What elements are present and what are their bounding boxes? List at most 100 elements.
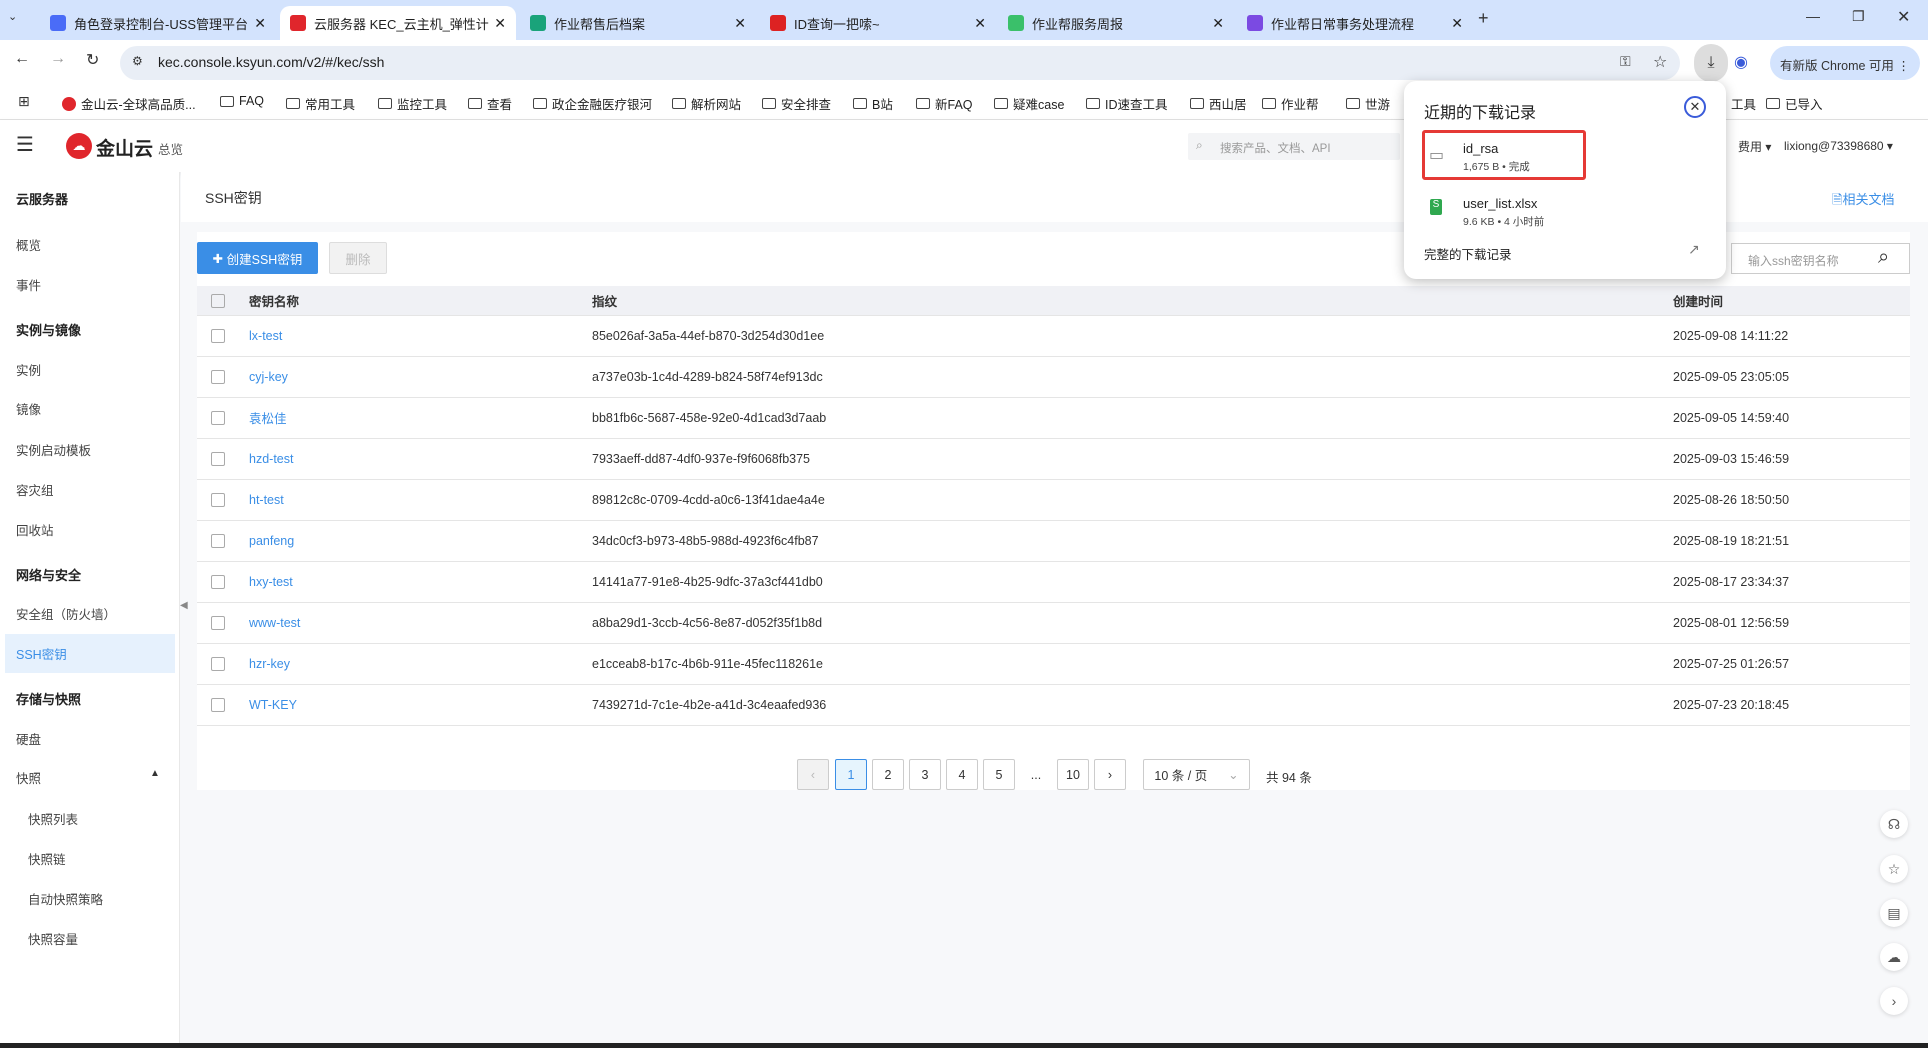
row-checkbox[interactable]	[211, 533, 225, 548]
site-info-icon[interactable]: ⚙	[132, 54, 143, 68]
key-name-link[interactable]: www-test	[249, 616, 300, 630]
bookmark-item[interactable]: 已导入	[1766, 94, 1823, 113]
chevron-right-icon[interactable]: ›	[1880, 987, 1908, 1015]
key-name-link[interactable]: hzd-test	[249, 452, 293, 466]
page-button[interactable]: 3	[909, 759, 941, 790]
bookmark-item[interactable]: B站	[853, 94, 893, 113]
tab-close-icon[interactable]: ✕	[734, 15, 746, 32]
sidebar-item[interactable]: 回收站	[16, 520, 54, 539]
bookmark-item[interactable]: 世游	[1346, 94, 1390, 113]
downloads-icon[interactable]: ⤓	[1694, 44, 1728, 82]
bookmark-item[interactable]: 疑难case	[994, 94, 1064, 113]
key-name-link[interactable]: hxy-test	[249, 575, 293, 589]
sidebar-item[interactable]: 镜像	[16, 399, 41, 418]
bookmark-item[interactable]: 新FAQ	[916, 94, 973, 113]
fees-menu[interactable]: 费用 ▾	[1738, 138, 1771, 155]
sidebar-item[interactable]: 快照容量	[28, 929, 78, 948]
user-menu[interactable]: lixiong@73398680 ▾	[1784, 139, 1893, 153]
bookmark-item[interactable]: 金山云-全球高品质...	[62, 94, 196, 113]
row-checkbox[interactable]	[211, 451, 225, 466]
sidebar-item[interactable]: 快照	[16, 768, 41, 787]
prev-page-button[interactable]: ‹	[797, 759, 829, 790]
bookmark-item[interactable]: 作业帮	[1262, 94, 1319, 113]
sidebar-item[interactable]: 自动快照策略	[28, 889, 103, 908]
favorite-star-icon[interactable]: ☆	[1880, 855, 1908, 883]
overview-link[interactable]: 总览	[158, 139, 183, 158]
download-item-id-rsa[interactable]: ▭ id_rsa 1,675 B • 完成	[1422, 130, 1586, 180]
sidebar-item[interactable]: 容灾组	[16, 480, 54, 499]
bookmark-star-icon[interactable]: ☆	[1653, 52, 1667, 72]
search-icon[interactable]: ⌕	[1878, 246, 1889, 269]
bookmark-item[interactable]: 政企金融医疗银河	[533, 94, 652, 113]
next-page-button[interactable]: ›	[1094, 759, 1126, 790]
key-name-link[interactable]: hzr-key	[249, 657, 290, 671]
browser-tab[interactable]: 角色登录控制台-USS管理平台 ✕	[40, 6, 276, 40]
open-external-icon[interactable]: ↗	[1688, 241, 1700, 258]
row-checkbox[interactable]	[211, 492, 225, 507]
tab-close-icon[interactable]: ✕	[1212, 15, 1224, 32]
browser-tab[interactable]: 云服务器 KEC_云主机_弹性计算 ✕	[280, 6, 516, 40]
tab-close-icon[interactable]: ✕	[1451, 15, 1463, 32]
bookmark-item[interactable]: 解析网站	[672, 94, 741, 113]
minimize-button[interactable]: —	[1806, 8, 1820, 24]
browser-tab[interactable]: 作业帮日常事务处理流程 ✕	[1237, 6, 1473, 40]
page-button[interactable]: 10	[1057, 759, 1089, 790]
browser-tab[interactable]: 作业帮服务周报 ✕	[998, 6, 1234, 40]
tab-search-icon[interactable]: ⌄	[8, 10, 17, 23]
key-name-link[interactable]: lx-test	[249, 329, 282, 343]
browser-tab[interactable]: 作业帮售后档案 ✕	[520, 6, 756, 40]
bookmark-item[interactable]: 查看	[468, 94, 512, 113]
restore-button[interactable]: ❐	[1852, 8, 1865, 25]
notes-icon[interactable]: ▤	[1880, 899, 1908, 927]
key-name-link[interactable]: 袁松佳	[249, 412, 287, 426]
key-name-link[interactable]: cyj-key	[249, 370, 288, 384]
delete-button[interactable]: 删除	[329, 242, 387, 274]
row-checkbox[interactable]	[211, 615, 225, 630]
row-checkbox[interactable]	[211, 656, 225, 671]
bookmark-item[interactable]: 常用工具	[286, 94, 355, 113]
sidebar-item[interactable]: 事件	[16, 275, 41, 294]
download-item-user-list[interactable]: S user_list.xlsx 9.6 KB • 4 小时前	[1422, 185, 1712, 233]
page-button[interactable]: 1	[835, 759, 867, 790]
row-checkbox[interactable]	[211, 410, 225, 425]
profile-icon[interactable]: ◉	[1734, 52, 1748, 72]
page-button[interactable]: 2	[872, 759, 904, 790]
sidebar-item[interactable]: 概览	[16, 235, 41, 254]
forward-icon[interactable]: →	[50, 50, 66, 68]
docs-link[interactable]: 🗎相关文档	[1832, 189, 1894, 213]
key-name-link[interactable]: ht-test	[249, 493, 284, 507]
key-name-link[interactable]: panfeng	[249, 534, 294, 548]
key-name-link[interactable]: WT-KEY	[249, 698, 297, 712]
select-all-checkbox[interactable]	[211, 293, 225, 308]
sidebar-item[interactable]: 安全组（防火墙）	[16, 604, 116, 623]
reload-icon[interactable]: ↻	[86, 50, 99, 70]
bookmark-item[interactable]: 监控工具	[378, 94, 447, 113]
url-input[interactable]: ⚙ kec.console.ksyun.com/v2/#/kec/ssh ⚿ ☆	[120, 46, 1680, 80]
chevron-up-icon[interactable]: ▲	[150, 768, 160, 779]
close-icon[interactable]: ✕	[1684, 96, 1706, 118]
sidebar-item[interactable]: 快照列表	[28, 809, 78, 828]
close-window-button[interactable]: ✕	[1897, 7, 1910, 27]
sidebar-item[interactable]: 实例启动模板	[16, 440, 91, 459]
sidebar-item[interactable]: 快照链	[28, 849, 66, 868]
support-headset-icon[interactable]: ☊	[1880, 810, 1908, 838]
key-search-input[interactable]: 输入ssh密钥名称 ⌕	[1731, 243, 1910, 274]
bookmark-item[interactable]: FAQ	[220, 94, 264, 108]
bookmark-item[interactable]: 西山居	[1190, 94, 1247, 113]
sidebar-item[interactable]: 硬盘	[16, 729, 41, 748]
page-size-select[interactable]: 10 条 / 页 ⌄	[1143, 759, 1250, 790]
page-button[interactable]: 5	[983, 759, 1015, 790]
sidebar-item[interactable]: 实例	[16, 360, 41, 379]
collapse-sidebar-icon[interactable]: ◀	[180, 600, 188, 624]
row-checkbox[interactable]	[211, 328, 225, 343]
password-key-icon[interactable]: ⚿	[1620, 53, 1631, 70]
bookmark-item[interactable]: 安全排查	[762, 94, 831, 113]
tab-close-icon[interactable]: ✕	[974, 15, 986, 32]
bookmark-item[interactable]: ID速查工具	[1086, 94, 1168, 113]
browser-tab[interactable]: ID查询一把嗦~ ✕	[760, 6, 996, 40]
full-history-link[interactable]: 完整的下载记录	[1424, 244, 1512, 263]
chrome-update-button[interactable]: 有新版 Chrome 可用 ⋮	[1770, 46, 1920, 80]
menu-icon[interactable]: ☰	[16, 132, 34, 157]
tab-close-icon[interactable]: ✕	[254, 15, 266, 32]
new-tab-button[interactable]: +	[1478, 8, 1489, 29]
